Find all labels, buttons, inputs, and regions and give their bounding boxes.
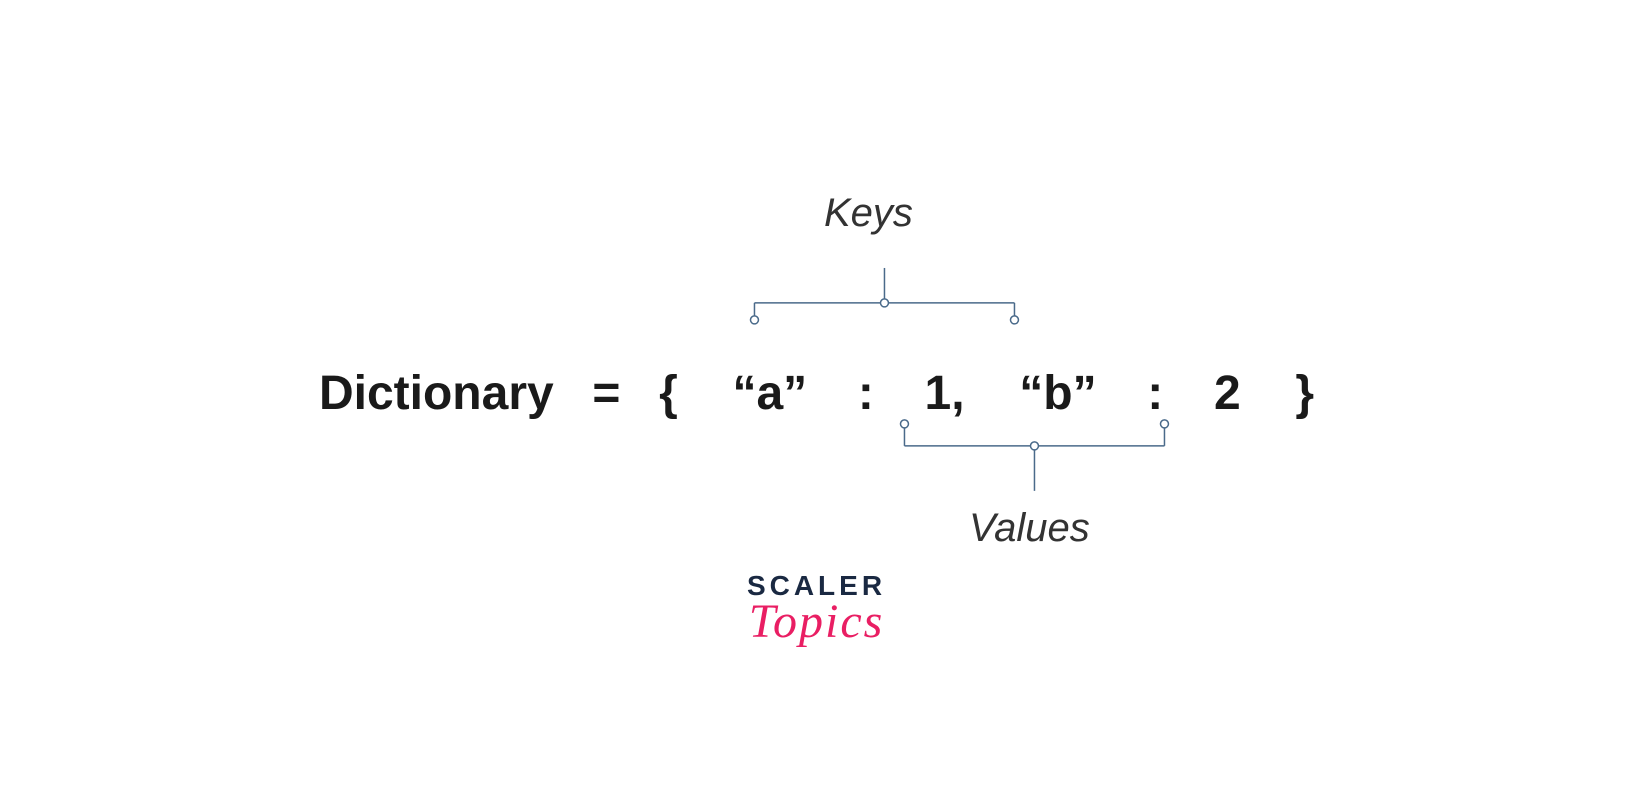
key-b: “b” bbox=[1019, 366, 1096, 421]
key-a: “a” bbox=[732, 366, 807, 421]
values-label: Values bbox=[969, 506, 1090, 551]
var-name: Dictionary bbox=[319, 366, 554, 421]
colon-2: : bbox=[1147, 366, 1163, 421]
value-1: 1, bbox=[925, 366, 965, 421]
logo-line2: Topics bbox=[747, 594, 886, 649]
dictionary-expression: Dictionary = { “a” : 1, “b” : 2 } bbox=[319, 366, 1314, 421]
open-brace: { bbox=[659, 366, 678, 421]
scaler-topics-logo: SCALER Topics bbox=[747, 570, 886, 649]
equals-sign: = bbox=[592, 366, 620, 421]
keys-bracket bbox=[739, 268, 1029, 353]
dictionary-diagram: Keys Dictionary = { “a” : 1, “b” : 2 } bbox=[319, 366, 1314, 421]
values-bracket bbox=[889, 416, 1189, 506]
keys-label: Keys bbox=[824, 191, 913, 236]
colon-1: : bbox=[858, 366, 874, 421]
close-brace: } bbox=[1295, 366, 1314, 421]
value-2: 2 bbox=[1214, 366, 1241, 421]
